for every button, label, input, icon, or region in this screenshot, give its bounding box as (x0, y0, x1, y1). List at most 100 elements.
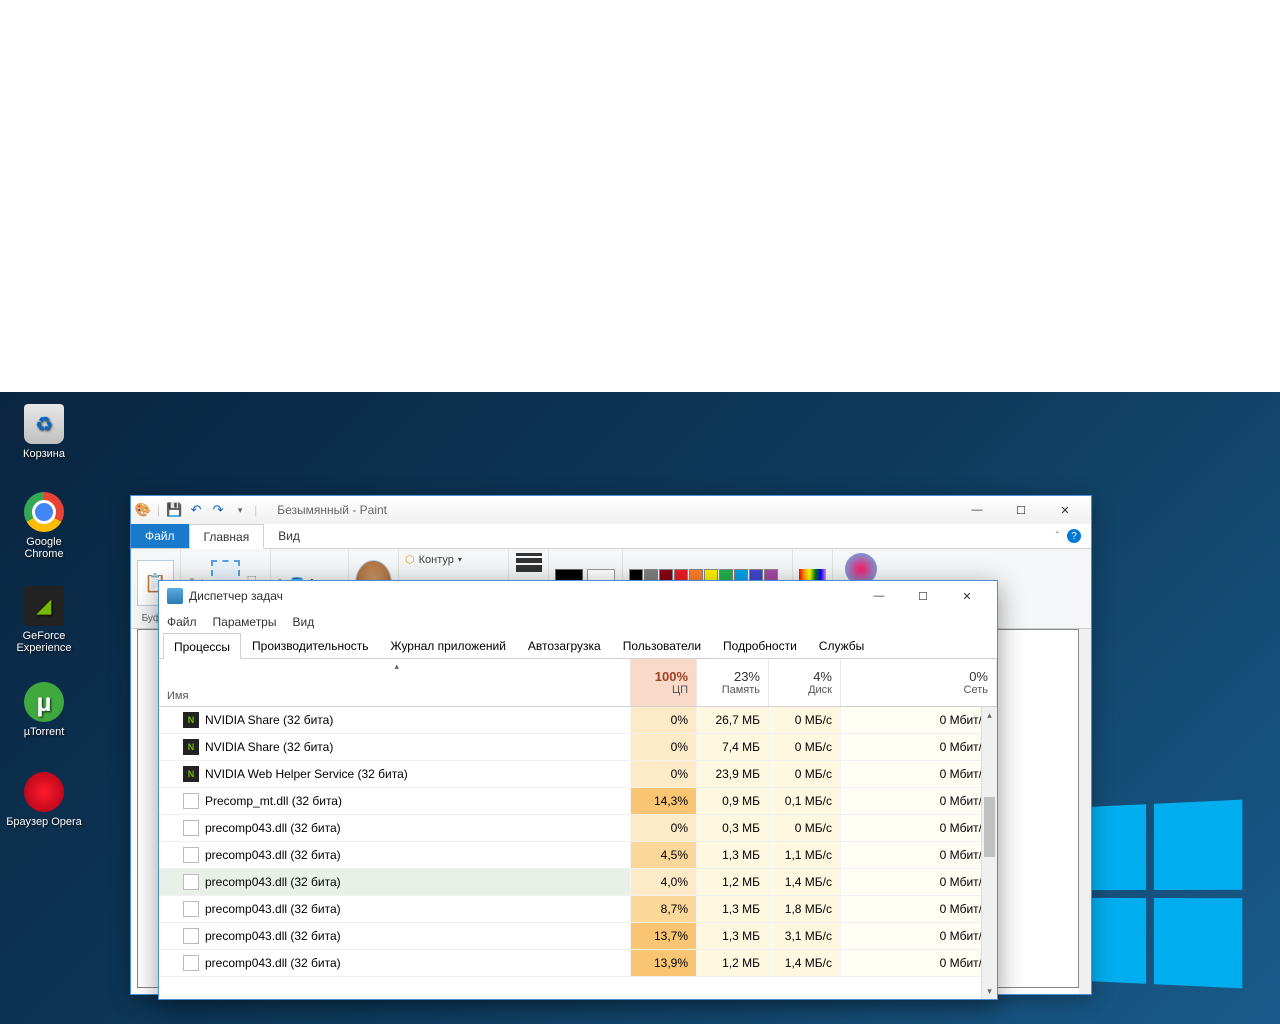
memory-value: 1,3 МБ (697, 842, 769, 868)
disk-value: 0 МБ/с (769, 734, 841, 760)
qat-dropdown-icon[interactable]: ▾ (232, 502, 248, 518)
process-row[interactable]: precomp043.dll (32 бита)4,0%1,2 МБ1,4 МБ… (159, 869, 997, 896)
disk-value: 3,1 МБ/с (769, 923, 841, 949)
menu-file[interactable]: Файл (167, 615, 197, 629)
process-name: precomp043.dll (32 бита) (205, 929, 341, 943)
cpu-value: 0% (631, 734, 697, 760)
scroll-down-icon[interactable]: ▾ (982, 983, 997, 999)
chrome-icon (24, 492, 64, 532)
memory-value: 1,2 МБ (697, 950, 769, 976)
tab-app-history[interactable]: Журнал приложений (380, 633, 517, 658)
network-value: 0 Мбит/с (841, 815, 997, 841)
col-disk[interactable]: 4% Диск (769, 659, 841, 706)
desktop-icon-label: Браузер Opera (6, 816, 82, 828)
tab-processes[interactable]: Процессы (163, 633, 241, 659)
taskmgr-title: Диспетчер задач (189, 589, 283, 603)
desktop-icon-label: Google Chrome (6, 536, 82, 560)
disk-value: 1,1 МБ/с (769, 842, 841, 868)
desktop-icon-geforce[interactable]: ◢ GeForce Experience (6, 586, 82, 654)
disk-value: 1,4 МБ/с (769, 950, 841, 976)
tab-details[interactable]: Подробности (712, 633, 808, 658)
tab-file[interactable]: Файл (131, 524, 189, 548)
process-row[interactable]: NNVIDIA Share (32 бита)0%26,7 МБ0 МБ/с0 … (159, 707, 997, 734)
process-row[interactable]: precomp043.dll (32 бита)13,9%1,2 МБ1,4 М… (159, 950, 997, 977)
desktop-icon-label: GeForce Experience (6, 630, 82, 654)
disk-value: 0 МБ/с (769, 761, 841, 787)
desktop-icon-opera[interactable]: Браузер Opera (6, 772, 82, 828)
taskmgr-scrollbar[interactable]: ▴ ▾ (981, 707, 997, 999)
contour-dropdown[interactable]: Контур (419, 554, 454, 566)
nvidia-icon: N (183, 766, 199, 782)
tab-users[interactable]: Пользователи (612, 633, 712, 658)
taskmgr-icon (167, 588, 183, 604)
network-value: 0 Мбит/с (841, 923, 997, 949)
paint-app-icon: 🎨 (135, 502, 151, 518)
cpu-value: 4,0% (631, 869, 697, 895)
collapse-ribbon-icon[interactable]: ˆ (1056, 531, 1059, 542)
tab-home[interactable]: Главная (189, 524, 265, 549)
process-row[interactable]: precomp043.dll (32 бита)8,7%1,3 МБ1,8 МБ… (159, 896, 997, 923)
network-value: 0 Мбит/с (841, 788, 997, 814)
process-row[interactable]: precomp043.dll (32 бита)13,7%1,3 МБ3,1 М… (159, 923, 997, 950)
taskmgr-columns: ▴ Имя 100% ЦП 23% Память 4% Диск 0% Сеть (159, 659, 997, 707)
memory-value: 26,7 МБ (697, 707, 769, 733)
shapes-icon[interactable]: ⬡ (405, 553, 415, 566)
maximize-button[interactable]: ☐ (901, 581, 945, 611)
file-icon (183, 847, 199, 863)
process-name: precomp043.dll (32 бита) (205, 848, 341, 862)
process-row[interactable]: precomp043.dll (32 бита)4,5%1,3 МБ1,1 МБ… (159, 842, 997, 869)
scroll-thumb[interactable] (984, 797, 995, 857)
process-name: precomp043.dll (32 бита) (205, 956, 341, 970)
network-value: 0 Мбит/с (841, 761, 997, 787)
taskmgr-titlebar[interactable]: Диспетчер задач — ☐ ✕ (159, 581, 997, 611)
recycle-bin-icon (24, 404, 64, 444)
disk-value: 0,1 МБ/с (769, 788, 841, 814)
undo-icon[interactable]: ↶ (188, 502, 204, 518)
nvidia-icon: N (183, 712, 199, 728)
scroll-up-icon[interactable]: ▴ (982, 707, 997, 723)
close-button[interactable]: ✕ (945, 581, 989, 611)
menu-options[interactable]: Параметры (213, 615, 277, 629)
process-row[interactable]: NNVIDIA Share (32 бита)0%7,4 МБ0 МБ/с0 М… (159, 734, 997, 761)
paint-titlebar[interactable]: 🎨 | 💾 ↶ ↷ ▾ | Безымянный - Paint — ☐ ✕ (131, 496, 1091, 524)
maximize-button[interactable]: ☐ (999, 496, 1043, 524)
tab-view[interactable]: Вид (264, 524, 314, 548)
memory-value: 1,2 МБ (697, 869, 769, 895)
col-cpu[interactable]: 100% ЦП (631, 659, 697, 706)
cpu-value: 14,3% (631, 788, 697, 814)
memory-value: 0,3 МБ (697, 815, 769, 841)
memory-value: 0,9 МБ (697, 788, 769, 814)
tab-services[interactable]: Службы (808, 633, 875, 658)
cpu-value: 0% (631, 761, 697, 787)
menu-view[interactable]: Вид (292, 615, 314, 629)
desktop-icon-label: Корзина (6, 448, 82, 460)
network-value: 0 Мбит/с (841, 734, 997, 760)
desktop-icon-utorrent[interactable]: µ µTorrent (6, 682, 82, 738)
taskmgr-menu: Файл Параметры Вид (159, 611, 997, 633)
col-memory[interactable]: 23% Память (697, 659, 769, 706)
tab-performance[interactable]: Производительность (241, 633, 379, 658)
help-icon[interactable]: ? (1067, 529, 1081, 543)
minimize-button[interactable]: — (857, 581, 901, 611)
desktop-icon-chrome[interactable]: Google Chrome (6, 492, 82, 560)
close-button[interactable]: ✕ (1043, 496, 1087, 524)
process-name: NVIDIA Share (32 бита) (205, 740, 333, 754)
paint-scrollbar[interactable] (1079, 629, 1091, 994)
network-value: 0 Мбит/с (841, 869, 997, 895)
process-row[interactable]: Precomp_mt.dll (32 бита)14,3%0,9 МБ0,1 М… (159, 788, 997, 815)
redo-icon[interactable]: ↷ (210, 502, 226, 518)
cpu-value: 0% (631, 707, 697, 733)
taskmgr-tabs: Процессы Производительность Журнал прило… (159, 633, 997, 659)
process-row[interactable]: precomp043.dll (32 бита)0%0,3 МБ0 МБ/с0 … (159, 815, 997, 842)
process-row[interactable]: NNVIDIA Web Helper Service (32 бита)0%23… (159, 761, 997, 788)
save-icon[interactable]: 💾 (166, 502, 182, 518)
minimize-button[interactable]: — (955, 496, 999, 524)
process-name: precomp043.dll (32 бита) (205, 821, 341, 835)
desktop-icon-recycle-bin[interactable]: Корзина (6, 404, 82, 460)
file-icon (183, 901, 199, 917)
col-name[interactable]: ▴ Имя (159, 659, 631, 706)
file-icon (183, 793, 199, 809)
memory-value: 7,4 МБ (697, 734, 769, 760)
tab-startup[interactable]: Автозагрузка (517, 633, 612, 658)
col-network[interactable]: 0% Сеть (841, 659, 997, 706)
